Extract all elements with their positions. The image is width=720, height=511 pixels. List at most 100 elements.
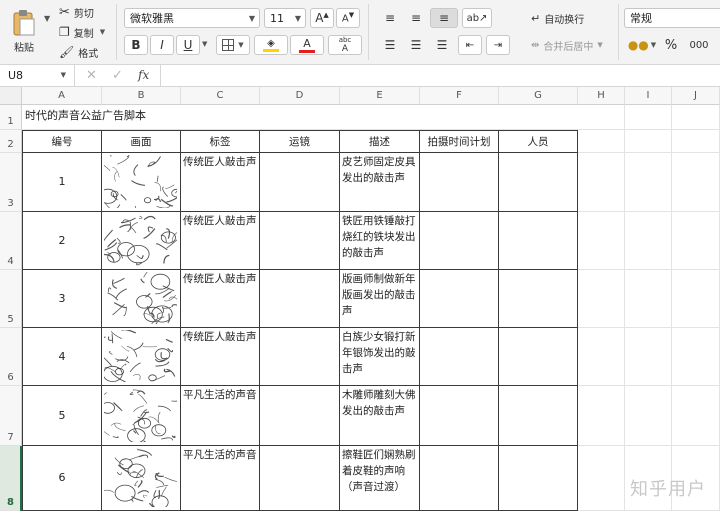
spreadsheet-grid[interactable]: ABCDEFGHIJ 12345678 时代的声音公益广告脚本 编号 画面 标签 运镜描… bbox=[0, 87, 720, 511]
cell[interactable] bbox=[578, 270, 625, 328]
underline-dropdown-icon[interactable]: ▼ bbox=[202, 40, 207, 48]
crew-cell[interactable] bbox=[499, 386, 578, 446]
storyboard-sketch[interactable] bbox=[102, 388, 180, 445]
wrap-text-button[interactable]: ↵ 自动换行 bbox=[530, 8, 585, 28]
cell[interactable] bbox=[672, 386, 720, 446]
record-number-cell[interactable]: 6 bbox=[22, 446, 102, 511]
cut-button[interactable]: ✂ 剪切 bbox=[58, 4, 95, 20]
font-color-button[interactable]: A bbox=[290, 35, 324, 55]
record-number-cell[interactable]: 4 bbox=[22, 328, 102, 386]
decrease-indent-button[interactable]: ⇤ bbox=[458, 35, 482, 55]
storyboard-sketch[interactable] bbox=[104, 270, 180, 327]
format-painter-button[interactable]: 🖌 格式 bbox=[58, 44, 99, 60]
column-header[interactable]: E bbox=[340, 87, 420, 105]
row-header[interactable]: 8 bbox=[0, 446, 22, 511]
number-format-select[interactable]: 常规 bbox=[624, 8, 720, 28]
cancel-icon[interactable]: ✕ bbox=[86, 68, 97, 83]
camera-move-cell[interactable] bbox=[260, 328, 340, 386]
borders-button[interactable]: ▼ bbox=[216, 35, 250, 55]
crew-cell[interactable] bbox=[499, 270, 578, 328]
shoot-schedule-cell[interactable] bbox=[420, 328, 499, 386]
storyboard-sketch[interactable] bbox=[103, 214, 179, 266]
comma-button[interactable]: 000 bbox=[684, 35, 714, 55]
tag-cell[interactable]: 平凡生活的声音 bbox=[181, 446, 260, 511]
description-cell[interactable]: 木雕师雕刻大佛发出的敲击声 bbox=[340, 386, 420, 446]
table-header-cell[interactable]: 人员 bbox=[499, 130, 578, 153]
tag-cell[interactable]: 传统匠人敲击声 bbox=[181, 270, 260, 328]
cell[interactable] bbox=[578, 130, 625, 153]
row-header[interactable]: 1 bbox=[0, 105, 22, 130]
frame-image-cell[interactable] bbox=[102, 212, 181, 270]
cell[interactable] bbox=[578, 328, 625, 386]
table-header-cell[interactable]: 编号 bbox=[22, 130, 102, 153]
cell[interactable] bbox=[672, 105, 720, 130]
table-header-cell[interactable]: 拍摄时间计划 bbox=[420, 130, 499, 153]
cell[interactable] bbox=[578, 212, 625, 270]
underline-button[interactable]: U bbox=[176, 35, 200, 55]
increase-indent-button[interactable]: ⇥ bbox=[486, 35, 510, 55]
crew-cell[interactable] bbox=[499, 328, 578, 386]
frame-image-cell[interactable] bbox=[102, 153, 181, 212]
frame-image-cell[interactable] bbox=[102, 328, 181, 386]
description-cell[interactable]: 版画师制做新年版画发出的敲击声 bbox=[340, 270, 420, 328]
align-center-button[interactable]: ☰ bbox=[404, 35, 428, 55]
tag-cell[interactable]: 传统匠人敲击声 bbox=[181, 328, 260, 386]
cell[interactable] bbox=[578, 446, 625, 511]
storyboard-sketch[interactable] bbox=[102, 446, 178, 510]
record-number-cell[interactable]: 2 bbox=[22, 212, 102, 270]
copy-button[interactable]: ❐ 复制 ▼ bbox=[58, 24, 106, 40]
description-cell[interactable]: 铁匠用铁锤敲打烧红的铁块发出的敲击声 bbox=[340, 212, 420, 270]
description-cell[interactable]: 皮艺师固定皮具发出的敲击声 bbox=[340, 153, 420, 212]
row-header[interactable]: 7 bbox=[0, 386, 22, 446]
camera-move-cell[interactable] bbox=[260, 153, 340, 212]
align-top-button[interactable]: ≡ bbox=[378, 8, 402, 28]
column-header[interactable]: D bbox=[260, 87, 340, 105]
column-header[interactable]: A bbox=[22, 87, 102, 105]
shoot-schedule-cell[interactable] bbox=[420, 446, 499, 511]
font-name-select[interactable]: 微软雅黑 ▼ bbox=[124, 8, 260, 28]
crew-cell[interactable] bbox=[499, 446, 578, 511]
cell[interactable] bbox=[625, 386, 672, 446]
camera-move-cell[interactable] bbox=[260, 212, 340, 270]
phonetic-button[interactable]: abc A bbox=[328, 35, 362, 55]
select-all-corner[interactable] bbox=[0, 87, 22, 105]
shoot-schedule-cell[interactable] bbox=[420, 386, 499, 446]
crew-cell[interactable] bbox=[499, 212, 578, 270]
frame-image-cell[interactable] bbox=[102, 446, 181, 511]
cell[interactable] bbox=[578, 153, 625, 212]
record-number-cell[interactable]: 5 bbox=[22, 386, 102, 446]
cell[interactable] bbox=[578, 105, 625, 130]
align-bottom-button[interactable]: ≡ bbox=[430, 8, 458, 28]
align-right-button[interactable]: ☰ bbox=[430, 35, 454, 55]
copy-dropdown-icon[interactable]: ▼ bbox=[100, 28, 105, 36]
percent-button[interactable]: % bbox=[662, 35, 680, 55]
name-box[interactable]: U8 ▼ bbox=[0, 65, 75, 86]
record-number-cell[interactable]: 1 bbox=[22, 153, 102, 212]
column-header[interactable]: C bbox=[181, 87, 260, 105]
table-header-cell[interactable]: 标签 bbox=[181, 130, 260, 153]
formula-input[interactable] bbox=[160, 65, 720, 86]
frame-image-cell[interactable] bbox=[102, 386, 181, 446]
column-header[interactable]: G bbox=[499, 87, 578, 105]
column-header[interactable]: I bbox=[625, 87, 672, 105]
table-header-cell[interactable]: 画面 bbox=[102, 130, 181, 153]
cell[interactable] bbox=[625, 270, 672, 328]
increase-font-button[interactable]: A▲ bbox=[310, 8, 334, 28]
align-left-button[interactable]: ☰ bbox=[378, 35, 402, 55]
table-header-cell[interactable]: 运镜 bbox=[260, 130, 340, 153]
camera-move-cell[interactable] bbox=[260, 386, 340, 446]
cell[interactable] bbox=[672, 212, 720, 270]
shoot-schedule-cell[interactable] bbox=[420, 153, 499, 212]
align-middle-button[interactable]: ≡ bbox=[404, 8, 428, 28]
paste-button[interactable]: 粘贴 bbox=[6, 4, 42, 58]
paste-dropdown-icon[interactable]: ▼ bbox=[44, 14, 50, 23]
cell[interactable] bbox=[625, 212, 672, 270]
cell[interactable] bbox=[625, 130, 672, 153]
description-cell[interactable]: 擦鞋匠们娴熟刷着皮鞋的声响（声音过渡） bbox=[340, 446, 420, 511]
italic-button[interactable]: I bbox=[150, 35, 174, 55]
orientation-button[interactable]: ab↗ bbox=[462, 8, 492, 28]
crew-cell[interactable] bbox=[499, 153, 578, 212]
cell[interactable] bbox=[672, 130, 720, 153]
camera-move-cell[interactable] bbox=[260, 270, 340, 328]
currency-button[interactable]: ●● ▼ bbox=[626, 35, 658, 55]
